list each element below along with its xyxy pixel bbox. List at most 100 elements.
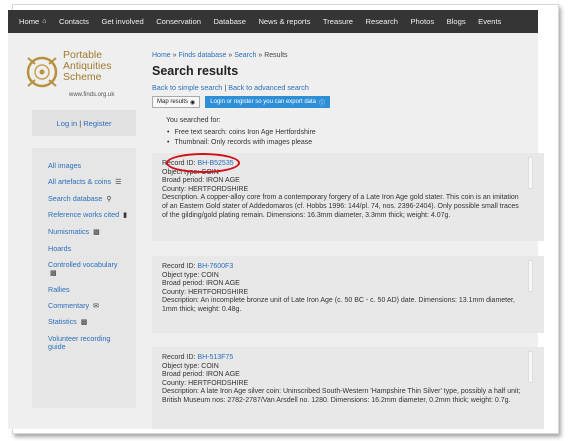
advanced-search-link[interactable]: Back to advanced search — [228, 83, 309, 92]
record-object-type: Object type: COIN — [162, 271, 219, 279]
comment-icon: ✉ — [93, 302, 100, 310]
sidebar-item-label: Rallies — [48, 284, 70, 294]
record-object-type: Object type: COIN — [162, 362, 219, 370]
register-link[interactable]: Register — [83, 119, 111, 128]
map-marker-icon: ◉ — [190, 99, 196, 106]
nav-database[interactable]: Database — [213, 17, 246, 26]
sidebar-item-reference-works[interactable]: Reference works cited ▮ — [48, 211, 128, 220]
site-logo[interactable]: Portable Antiquities Scheme www.finds.or… — [21, 48, 136, 100]
record-period: Broad period: IRON AGE — [162, 177, 240, 185]
record-thumbnail-scrollbar[interactable] — [528, 260, 533, 292]
sidebar: All images All artefacts & coins ☰ Searc… — [32, 148, 136, 408]
record-id-label: Record ID: — [162, 354, 196, 361]
nav-news-reports[interactable]: News & reports — [258, 17, 310, 26]
search-criterion: Free text search: coins Iron Age Hertfor… — [167, 128, 315, 138]
sidebar-item-label: Numismatics — [48, 227, 90, 237]
record-county: County: HERTFORDSHIRE — [162, 185, 249, 193]
sidebar-item-label: Commentary — [48, 300, 90, 310]
breadcrumb-separator: » — [172, 52, 177, 59]
sidebar-item-all-images[interactable]: All images — [48, 161, 128, 170]
folder-icon: ▩ — [80, 319, 88, 327]
export-login-button[interactable]: Login or register so you can export data… — [205, 96, 331, 108]
nav-photos[interactable]: Photos — [410, 17, 434, 26]
nav-conservation[interactable]: Conservation — [156, 17, 201, 26]
record-period: Broad period: IRON AGE — [162, 280, 240, 288]
sidebar-item-label: Statistics — [48, 317, 77, 327]
nav-blogs[interactable]: Blogs — [447, 17, 466, 26]
breadcrumb-separator: » — [258, 52, 263, 59]
highlight-ellipse-annotation — [166, 153, 240, 173]
nav-research[interactable]: Research — [365, 17, 398, 26]
record-id-line: Record ID: BH-7600F3 — [162, 263, 544, 272]
search-links-separator: | — [224, 83, 227, 92]
folder-icon: ▩ — [50, 269, 57, 277]
book-icon: ▮ — [123, 212, 127, 220]
nav-contacts[interactable]: Contacts — [59, 17, 89, 26]
sidebar-item-statistics[interactable]: Statistics ▩ — [48, 318, 128, 327]
breadcrumb-finds-database[interactable]: Finds database — [179, 52, 227, 59]
action-buttons: Map results ◉ Login or register so you c… — [152, 96, 331, 108]
record-thumbnail-scrollbar[interactable] — [528, 157, 533, 189]
breadcrumb: Home » Finds database » Search » Results — [152, 52, 542, 59]
record-description: Description: An incomplete bronze unit o… — [162, 297, 515, 313]
sidebar-item-label: Hoards — [48, 243, 72, 253]
search-links: Back to simple search | Back to advanced… — [152, 83, 542, 92]
top-navigation: Home ⌂ Contacts Get involved Conservatio… — [8, 10, 538, 33]
record-county: County: HERTFORDSHIRE — [162, 288, 249, 296]
nav-events[interactable]: Events — [478, 17, 501, 26]
nav-treasure[interactable]: Treasure — [323, 17, 353, 26]
sidebar-item-label: Volunteer recording guide — [48, 334, 111, 352]
result-record: Record ID: BH-7600F3 Object type: COIN B… — [152, 256, 544, 333]
sidebar-item-numismatics[interactable]: Numismatics ▩ — [48, 228, 128, 237]
sidebar-item-label: All images — [48, 161, 82, 170]
sidebar-item-label: Controlled vocabulary — [48, 259, 118, 269]
map-results-label: Map results — [157, 99, 189, 105]
list-icon: ☰ — [115, 178, 122, 186]
sidebar-item-label: Search database — [48, 193, 103, 203]
record-id-link[interactable]: BH-513F75 — [197, 354, 233, 361]
breadcrumb-search[interactable]: Search — [234, 52, 256, 59]
search-summary: You searched for: Free text search: coin… — [166, 116, 316, 148]
main-content: Home » Finds database » Search » Results… — [152, 52, 542, 146]
record-county: County: HERTFORDSHIRE — [162, 379, 249, 387]
simple-search-link[interactable]: Back to simple search — [152, 83, 222, 92]
sidebar-item-controlled-vocabulary[interactable]: Controlled vocabulary ▩ — [48, 259, 128, 278]
sidebar-item-search-database[interactable]: Search database ⚲ — [48, 193, 128, 204]
record-id-link[interactable]: BH-7600F3 — [197, 263, 233, 270]
sidebar-item-hoards[interactable]: Hoards — [48, 243, 128, 253]
info-icon: ⓘ — [319, 100, 326, 107]
map-results-button[interactable]: Map results ◉ — [152, 96, 201, 108]
home-icon: ⌂ — [42, 18, 47, 25]
login-separator: | — [79, 118, 82, 128]
breadcrumb-current: Results — [264, 52, 288, 59]
sidebar-item-all-artefacts[interactable]: All artefacts & coins ☰ — [48, 176, 128, 187]
login-link[interactable]: Log in — [57, 119, 78, 128]
folder-icon: ▩ — [93, 229, 100, 237]
nav-home[interactable]: Home ⌂ — [19, 17, 47, 26]
breadcrumb-separator: » — [228, 52, 233, 59]
result-record: Record ID: BH-513F75 Object type: COIN B… — [152, 347, 544, 429]
record-id-label: Record ID: — [162, 263, 196, 270]
record-description: Description: A late Iron Age silver coin… — [162, 388, 521, 404]
search-criterion: Thumbnail: Only records with images plea… — [167, 138, 316, 148]
logo-url: www.finds.org.uk — [69, 92, 115, 98]
sidebar-item-commentary[interactable]: Commentary ✉ — [48, 300, 128, 311]
page-title: Search results — [152, 64, 239, 78]
logo-text: Portable Antiquities Scheme — [63, 50, 143, 83]
sidebar-item-label: Reference works cited — [48, 210, 120, 220]
scheme-emblem-icon — [26, 56, 58, 88]
record-id-line: Record ID: BH-513F75 — [162, 354, 544, 363]
breadcrumb-home[interactable]: Home — [152, 52, 171, 59]
login-box: Log in | Register — [32, 110, 136, 136]
sidebar-item-rallies[interactable]: Rallies — [48, 284, 128, 294]
search-criteria-list: Free text search: coins Iron Age Hertfor… — [167, 128, 316, 148]
sidebar-item-volunteer-guide[interactable]: Volunteer recording guide — [48, 334, 128, 352]
nav-get-involved[interactable]: Get involved — [101, 17, 143, 26]
record-description: Description. A copper-alloy core from a … — [162, 194, 519, 219]
sidebar-item-label: All artefacts & coins — [48, 176, 112, 186]
record-thumbnail-scrollbar[interactable] — [528, 351, 533, 383]
record-period: Broad period: IRON AGE — [162, 371, 240, 379]
logo-line-3: Scheme — [63, 71, 102, 83]
search-icon: ⚲ — [106, 195, 112, 203]
search-summary-heading: You searched for: — [166, 117, 221, 124]
